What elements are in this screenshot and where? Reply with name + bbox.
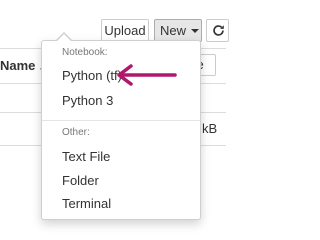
new-button-label: New	[160, 23, 187, 38]
name-column-label: Name	[0, 58, 36, 73]
notebook-section-header: Notebook:	[62, 47, 108, 58]
new-dropdown-button[interactable]: New	[154, 19, 202, 42]
menu-divider	[42, 120, 200, 121]
menu-caret-inner	[57, 34, 71, 41]
caret-down-icon	[191, 29, 199, 33]
refresh-icon	[213, 25, 224, 36]
menu-item-folder[interactable]: Folder	[62, 173, 99, 188]
upload-button[interactable]: Upload	[101, 19, 149, 42]
pointer-arrow-icon	[117, 64, 177, 86]
menu-item-text-file[interactable]: Text File	[62, 149, 110, 164]
menu-item-terminal[interactable]: Terminal	[62, 196, 111, 211]
file-size-value: kB	[202, 121, 218, 136]
other-section-header: Other:	[62, 127, 90, 138]
menu-item-python-3[interactable]: Python 3	[62, 93, 113, 108]
sort-by-name-header[interactable]: Name↓	[0, 58, 45, 73]
refresh-button[interactable]	[206, 19, 229, 42]
